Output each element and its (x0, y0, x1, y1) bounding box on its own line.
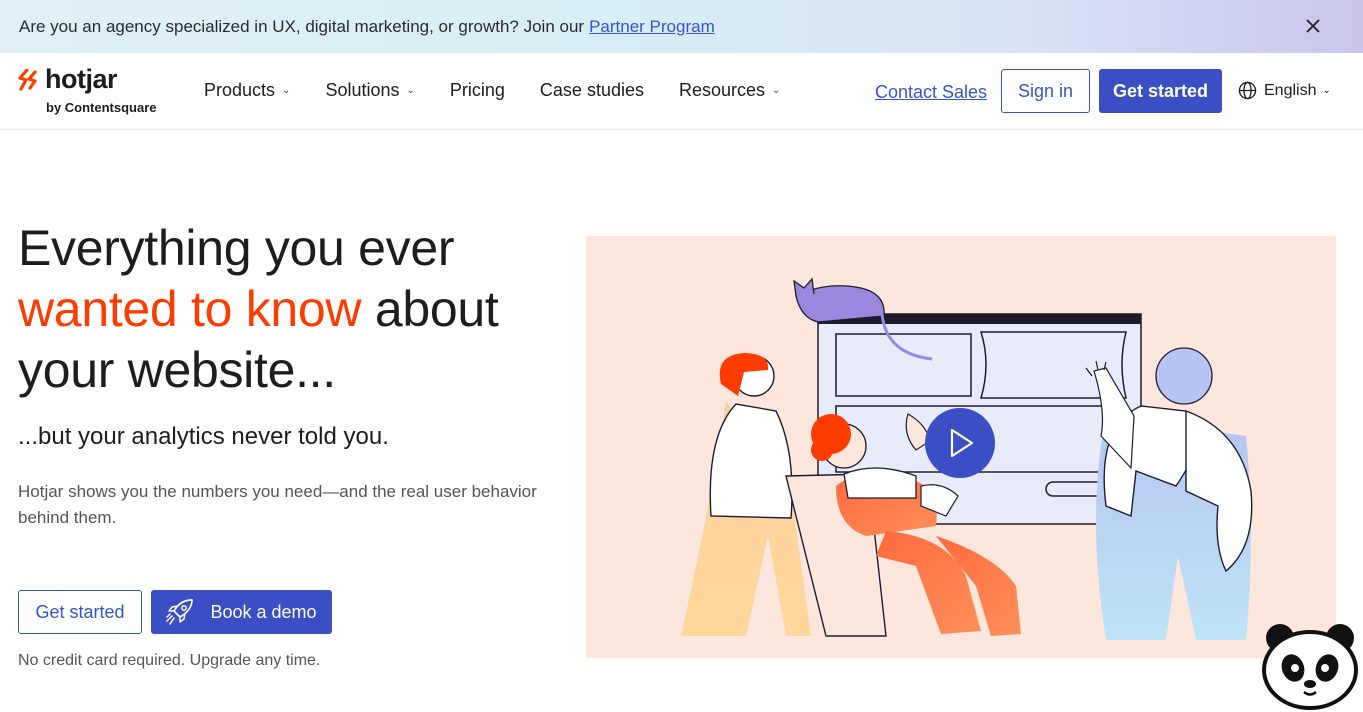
nav-item-label: Resources (678, 80, 766, 100)
hero-illustration (586, 236, 1336, 658)
hero-description: Hotjar shows you the numbers you need—an… (18, 482, 537, 527)
announcement-banner: Are you an agency specialized in UX, dig… (0, 0, 1363, 53)
language-label: English (1264, 81, 1317, 99)
globe-icon (1238, 81, 1257, 100)
hotjar-flame-icon (18, 69, 37, 91)
nav-item-label: Pricing (449, 80, 505, 100)
hero-title: Everything you ever wanted to know about… (18, 218, 578, 401)
chevron-down-icon: ⌄ (282, 85, 291, 96)
book-demo-button[interactable]: Book a demo (151, 590, 332, 634)
contact-sales-link[interactable]: Contact Sales (875, 82, 987, 103)
nav-item-label: Products (204, 80, 276, 100)
logo-wordmark: hotjar (45, 64, 118, 94)
main-nav: hotjar by Contentsquare Products ⌄ Soluti… (0, 53, 1363, 130)
sign-in-button[interactable]: Sign in (1001, 69, 1090, 113)
hero-title-line: your website... (18, 342, 336, 398)
nav-item-solutions[interactable]: Solutions ⌄ (325, 80, 414, 101)
partner-program-link[interactable]: Partner Program (589, 17, 715, 37)
hero-get-started-button[interactable]: Get started (18, 590, 142, 634)
hero-title-line: about (374, 281, 499, 337)
hero-subtitle: ...but your analytics never told you. (18, 423, 389, 450)
hero-title-line: Everything you ever (18, 220, 455, 276)
hero-title-accent: wanted to know (18, 281, 362, 337)
chevron-down-icon: ⌄ (772, 85, 781, 96)
no-credit-card-note: No credit card required. Upgrade any tim… (18, 652, 321, 669)
hotjar-logo[interactable]: hotjar by Contentsquare (18, 64, 168, 117)
nav-item-resources[interactable]: Resources ⌄ (679, 80, 780, 101)
nav-item-case-studies[interactable]: Case studies (540, 80, 644, 101)
banner-text: Are you an agency specialized in UX, dig… (19, 16, 585, 36)
nav-item-products[interactable]: Products ⌄ (204, 80, 290, 101)
language-selector[interactable]: English ⌄ (1238, 81, 1331, 100)
nav-item-label: Case studies (539, 80, 644, 100)
nav-menu: Products ⌄ Solutions ⌄ Pricing Case studie… (204, 80, 815, 101)
logo-subtitle: by Contentsquare (46, 100, 157, 115)
close-icon[interactable] (1301, 14, 1325, 38)
nav-item-pricing[interactable]: Pricing (450, 80, 505, 101)
nav-get-started-button[interactable]: Get started (1099, 69, 1222, 113)
rocket-icon (166, 599, 194, 625)
panda-mascot-icon[interactable] (1260, 620, 1360, 710)
chevron-down-icon: ⌄ (1322, 85, 1331, 96)
nav-item-label: Solutions (325, 80, 400, 100)
book-demo-label: Book a demo (210, 601, 317, 622)
chevron-down-icon: ⌄ (406, 85, 415, 96)
